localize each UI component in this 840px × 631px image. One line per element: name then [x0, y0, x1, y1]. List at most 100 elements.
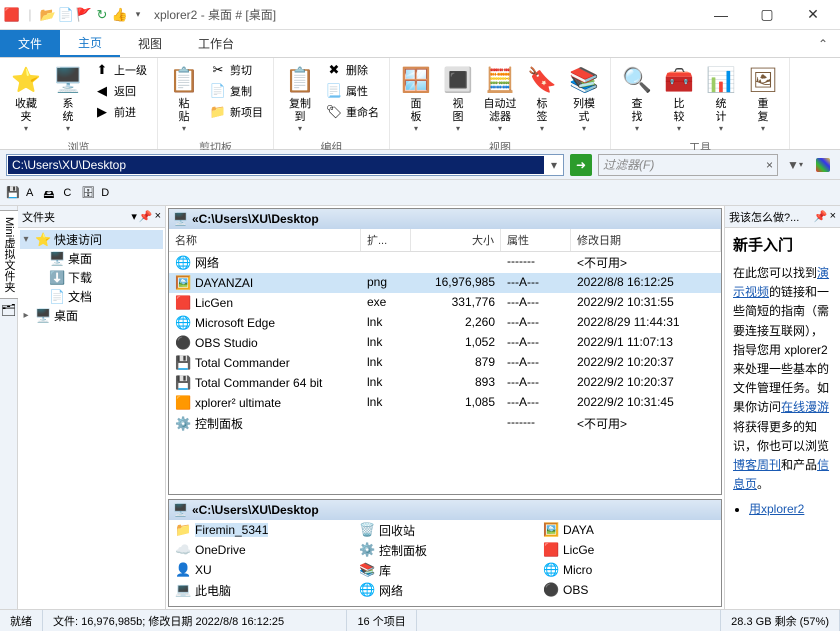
maximize-button[interactable]: ▢ — [744, 0, 790, 30]
forward-button[interactable]: ▶前进 — [90, 102, 151, 122]
up-button[interactable]: ⬆上一级 — [90, 60, 151, 80]
paste-button[interactable]: 📋粘贴▾ — [164, 60, 204, 137]
help-link-blog[interactable]: 博客周刊 — [733, 458, 781, 472]
tree-node[interactable]: ▾⭐快速访问 — [20, 230, 163, 249]
view-button[interactable]: 🔳视图▾ — [438, 60, 478, 137]
bottom-grid[interactable]: 📁Firemin_5341🗑️回收站🖼️DAYA ☁️OneDrive⚙️控制面板… — [169, 520, 721, 606]
panel-button[interactable]: 🪟面板▾ — [396, 60, 436, 137]
address-input[interactable]: C:\Users\XU\Desktop ▾ — [6, 154, 564, 176]
ribbon-tab-view[interactable]: 视图 — [120, 30, 180, 57]
col-size[interactable]: 大小 — [411, 229, 501, 251]
qat-refresh-icon[interactable]: ↻ — [94, 7, 110, 23]
repeat-button[interactable]: 🖼重复▾ — [743, 60, 783, 137]
ribbon-tab-home[interactable]: 主页 — [60, 30, 120, 57]
rename-button[interactable]: 🏷重命名 — [322, 102, 383, 122]
stats-button[interactable]: 📊统计▾ — [701, 60, 741, 137]
drive-D[interactable]: 🗄D — [81, 186, 109, 200]
autofilter-button[interactable]: 🧮自动过滤器▾ — [480, 60, 520, 137]
qat-thumb-icon[interactable]: 👍 — [112, 7, 128, 23]
list-item[interactable]: 📚库 — [353, 560, 537, 580]
drive-A[interactable]: 💾A — [6, 186, 33, 200]
list-item[interactable]: 💻此电脑 — [169, 580, 353, 600]
find-button[interactable]: 🔍查找▾ — [617, 60, 657, 137]
ribbon-collapse-button[interactable]: ⌃ — [806, 30, 840, 57]
list-item[interactable]: 🟥LicGe — [537, 540, 721, 560]
help-close-icon[interactable]: × — [830, 210, 836, 223]
system-button[interactable]: 🖥️系统▾ — [48, 60, 88, 137]
list-item[interactable]: 📁Firemin_5341 — [169, 520, 353, 540]
ribbon-tabs: 文件 主页 视图 工作台 ⌃ — [0, 30, 840, 58]
twist-icon[interactable]: ▸ — [20, 310, 32, 321]
qat-doc-icon[interactable]: 📄 — [58, 7, 74, 23]
table-row[interactable]: 💾Total Commander 64 bitlnk893---A---2022… — [169, 373, 721, 393]
tree-node[interactable]: 🖥️桌面 — [20, 249, 163, 268]
left-tab-icon[interactable]: 🗂 — [1, 303, 16, 317]
list-item[interactable]: 🖼️DAYA — [537, 520, 721, 540]
file-ext: lnk — [361, 334, 411, 352]
list-item[interactable]: 🌐Micro — [537, 560, 721, 580]
left-tab-folders[interactable]: Mini虚拟文件夹 — [0, 210, 18, 299]
address-path[interactable]: C:\Users\XU\Desktop — [8, 156, 544, 174]
list-item[interactable]: ⚫OBS — [537, 580, 721, 600]
list-item[interactable]: 👤XU — [169, 560, 353, 580]
copy-to-button[interactable]: 📋复制到▾ — [280, 60, 320, 137]
tree-node[interactable]: ⬇️下载 — [20, 268, 163, 287]
minimize-button[interactable]: — — [698, 0, 744, 30]
tree-body[interactable]: ▾⭐快速访问🖥️桌面⬇️下载📄文档▸🖥️桌面 — [18, 228, 165, 609]
tree-node[interactable]: ▸🖥️桌面 — [20, 306, 163, 325]
tree-close-icon[interactable]: × — [155, 210, 161, 223]
address-dropdown-icon[interactable]: ▾ — [545, 158, 563, 172]
back-button[interactable]: ◀返回 — [90, 81, 151, 101]
tree-node[interactable]: 📄文档 — [20, 287, 163, 306]
qat-flag-icon[interactable]: 🚩 — [76, 7, 92, 23]
pane-bottom-header[interactable]: 🖥️ «C:\Users\XU\Desktop — [169, 500, 721, 520]
filter-input[interactable]: 过滤器(F) × — [598, 154, 778, 176]
compare-button[interactable]: 🧰比较▾ — [659, 60, 699, 137]
list-item[interactable]: ☁️OneDrive — [169, 540, 353, 560]
file-table-header[interactable]: 名称 扩... 大小 属性 修改日期 — [169, 229, 721, 252]
file-table[interactable]: 名称 扩... 大小 属性 修改日期 🌐网络-------<不可用>🖼️DAYA… — [169, 229, 721, 494]
table-row[interactable]: ⚙️控制面板-------<不可用> — [169, 413, 721, 434]
table-row[interactable]: 💾Total Commanderlnk879---A---2022/9/2 10… — [169, 353, 721, 373]
help-link-tour[interactable]: 在线漫游 — [781, 400, 829, 414]
table-row[interactable]: 🌐网络-------<不可用> — [169, 252, 721, 273]
list-item[interactable]: 🗑️回收站 — [353, 520, 537, 540]
layout-button[interactable]: 📚列模式▾ — [564, 60, 604, 137]
ribbon-tab-file[interactable]: 文件 — [0, 30, 60, 57]
titlebar: 🟥 | 📂 📄 🚩 ↻ 👍 ▾ xplorer2 - 桌面 # [桌面] — ▢… — [0, 0, 840, 30]
close-button[interactable]: ✕ — [790, 0, 836, 30]
qat-open-icon[interactable]: 📂 — [40, 7, 56, 23]
qat-dropdown-icon[interactable]: ▾ — [130, 7, 146, 23]
table-row[interactable]: 🟥LicGenexe331,776---A---2022/9/2 10:31:5… — [169, 293, 721, 313]
table-row[interactable]: 🖼️DAYANZAIpng16,976,985---A---2022/8/8 1… — [169, 273, 721, 293]
tag-button[interactable]: 🔖标签▾ — [522, 60, 562, 137]
filter-clear-icon[interactable]: × — [766, 158, 773, 172]
help-pin-icon[interactable]: 📌 — [814, 210, 828, 223]
col-ext[interactable]: 扩... — [361, 229, 411, 251]
properties-button[interactable]: 📃属性 — [322, 81, 383, 101]
twist-icon[interactable]: ▾ — [20, 234, 32, 245]
pane-top-header[interactable]: 🖥️ «C:\Users\XU\Desktop — [169, 209, 721, 229]
tree-dropdown-icon[interactable]: ▾ — [131, 210, 137, 223]
qat-app-icon[interactable]: 🟥 — [4, 7, 20, 23]
cut-button[interactable]: ✂剪切 — [206, 60, 267, 80]
drive-C[interactable]: 🖴C — [43, 186, 71, 200]
go-button[interactable]: ➜ — [570, 154, 592, 176]
col-date[interactable]: 修改日期 — [571, 229, 721, 251]
ribbon-tab-workspace[interactable]: 工作台 — [180, 30, 252, 57]
table-row[interactable]: 🌐Microsoft Edgelnk2,260---A---2022/8/29 … — [169, 313, 721, 333]
copy-button[interactable]: 📄复制 — [206, 81, 267, 101]
table-row[interactable]: 🟧xplorer² ultimatelnk1,085---A---2022/9/… — [169, 393, 721, 413]
table-row[interactable]: ⚫OBS Studiolnk1,052---A---2022/9/1 11:07… — [169, 333, 721, 353]
col-name[interactable]: 名称 — [169, 229, 361, 251]
new-item-button[interactable]: 📁新项目 — [206, 102, 267, 122]
delete-button[interactable]: ✖删除 — [322, 60, 383, 80]
list-item[interactable]: 🌐网络 — [353, 580, 537, 600]
col-attr[interactable]: 属性 — [501, 229, 571, 251]
favorites-button[interactable]: ⭐收藏夹▾ — [6, 60, 46, 137]
list-item[interactable]: ⚙️控制面板 — [353, 540, 537, 560]
help-list-link[interactable]: 用xplorer2 — [749, 502, 804, 516]
color-grid-button[interactable] — [812, 154, 834, 176]
tree-pin-icon[interactable]: 📌 — [139, 210, 153, 223]
filter-funnel-button[interactable]: ▼▾ — [784, 154, 806, 176]
